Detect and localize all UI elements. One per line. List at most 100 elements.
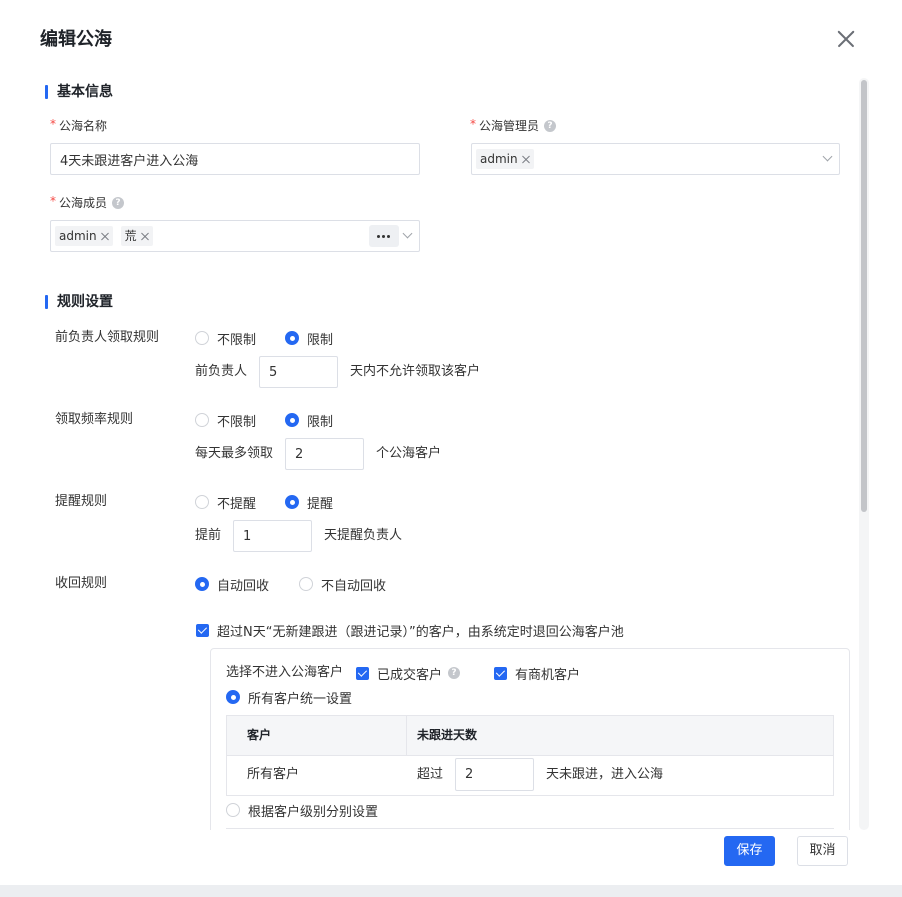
check-icon [196, 623, 209, 637]
chevron-down-icon [822, 151, 833, 162]
frequency-prefix: 每天最多领取 [195, 446, 274, 461]
radio-circle [226, 803, 240, 817]
remind-suffix: 天提醒负责人 [324, 528, 403, 543]
scrollbar-thumb[interactable] [861, 80, 867, 512]
pool-members-label-text: 公海成员 [59, 196, 108, 210]
pool-members-label: * 公海成员 [50, 194, 125, 212]
chevron-down-icon [402, 228, 413, 239]
mode-unified-radio[interactable]: 所有客户统一设置 [226, 687, 352, 707]
checkbox-label: 有商机客户 [515, 667, 581, 683]
required-mark: * [50, 194, 56, 208]
remind-off-radio[interactable]: 不提醒 [195, 492, 256, 512]
pool-name-input[interactable] [50, 143, 420, 175]
help-icon [448, 667, 461, 679]
radio-label: 所有客户统一设置 [248, 691, 353, 707]
section-marker [45, 295, 48, 309]
prev-owner-prefix: 前负责人 [195, 364, 248, 379]
remind-on-radio[interactable]: 提醒 [285, 492, 333, 512]
member-tag: admin [55, 226, 113, 246]
remind-days-input[interactable] [233, 520, 312, 552]
radio-circle [226, 690, 240, 704]
radio-label: 不自动回收 [321, 578, 387, 594]
frequency-rule-label: 领取频率规则 [55, 412, 134, 427]
radio-circle [195, 331, 209, 345]
radio-label: 不限制 [217, 414, 257, 430]
auto-return-checkbox[interactable]: 超过N天“无新建跟进（跟进记录）”的客户，由系统定时退回公海客户池 [196, 620, 624, 640]
pool-name-label-text: 公海名称 [59, 119, 108, 133]
table-header [227, 716, 833, 756]
section-title-rules: 规则设置 [57, 294, 113, 310]
tag-close-icon[interactable] [522, 155, 530, 163]
radio-label: 不限制 [217, 332, 257, 348]
column-header-customer: 客户 [247, 728, 272, 742]
table-cell-prefix: 超过 [417, 767, 444, 782]
check-icon [494, 666, 507, 680]
table-cell-suffix: 天未跟进，进入公海 [546, 767, 664, 782]
radio-label: 限制 [307, 332, 334, 348]
mode-by-level-radio[interactable]: 根据客户级别分别设置 [226, 800, 378, 820]
frequency-suffix: 个公海客户 [376, 446, 442, 461]
checkbox-label: 已成交客户 [377, 667, 443, 683]
radio-circle [285, 495, 299, 509]
tag-label: admin [480, 152, 518, 166]
section-marker [45, 85, 48, 99]
selected-tags: admin [476, 149, 534, 169]
remind-rule-label: 提醒规则 [55, 494, 108, 509]
radio-circle [195, 413, 209, 427]
prev-owner-unlimited-radio[interactable]: 不限制 [195, 328, 256, 348]
radio-circle [299, 577, 313, 591]
recycle-manual-radio[interactable]: 不自动回收 [299, 574, 386, 594]
frequency-count-input[interactable] [285, 438, 364, 470]
pool-admin-label-text: 公海管理员 [479, 119, 540, 133]
pool-members-select[interactable]: admin 荒 [50, 220, 420, 252]
help-icon [112, 197, 125, 209]
radio-circle [195, 577, 209, 591]
save-button[interactable]: 保存 [724, 836, 775, 866]
unfollowed-days-input[interactable] [455, 758, 534, 791]
checkbox-label: 超过N天“无新建跟进（跟进记录）”的客户，由系统定时退回公海客户池 [217, 624, 624, 640]
exclude-label: 选择不进入公海客户 [226, 665, 344, 680]
prev-owner-suffix: 天内不允许领取该客户 [350, 364, 481, 379]
tag-close-icon[interactable] [141, 232, 149, 240]
section-title-basic: 基本信息 [57, 84, 113, 100]
edit-public-pool-dialog: 编辑公海 基本信息 * 公海名称 * 公海管理员 admin [0, 0, 902, 885]
check-icon [356, 666, 369, 680]
tag-close-icon[interactable] [101, 232, 109, 240]
column-header-days: 未跟进天数 [417, 728, 478, 742]
column-divider [406, 716, 407, 756]
dialog-body: 基本信息 * 公海名称 * 公海管理员 admin * 公海成员 [0, 0, 902, 830]
recycle-auto-radio[interactable]: 自动回收 [195, 574, 269, 594]
frequency-unlimited-radio[interactable]: 不限制 [195, 410, 256, 430]
radio-circle [285, 331, 299, 345]
radio-circle [285, 413, 299, 427]
exclude-closed-customers-checkbox[interactable]: 已成交客户 [356, 663, 461, 683]
prev-owner-rule-label: 前负责人领取规则 [55, 330, 160, 345]
pool-name-label: * 公海名称 [50, 117, 107, 135]
tag-label: admin [59, 229, 97, 243]
more-icon[interactable] [369, 225, 399, 247]
dialog-footer: 保存 取消 [0, 830, 902, 885]
level-settings-table-edge [226, 828, 834, 829]
pool-admin-label: * 公海管理员 [470, 117, 557, 135]
help-icon [544, 120, 557, 132]
recycle-rule-label: 收回规则 [55, 576, 108, 591]
selected-tags: admin 荒 [55, 226, 153, 246]
radio-label: 自动回收 [217, 578, 270, 594]
exclude-opportunity-customers-checkbox[interactable]: 有商机客户 [494, 663, 580, 683]
frequency-limited-radio[interactable]: 限制 [285, 410, 333, 430]
required-mark: * [50, 117, 56, 131]
radio-label: 限制 [307, 414, 334, 430]
prev-owner-limited-radio[interactable]: 限制 [285, 328, 333, 348]
required-mark: * [470, 117, 476, 131]
member-tag: 荒 [120, 226, 153, 246]
admin-tag: admin [476, 149, 534, 169]
prev-owner-days-input[interactable] [259, 356, 338, 388]
remind-prefix: 提前 [195, 528, 222, 543]
radio-label: 提醒 [307, 496, 334, 512]
radio-circle [195, 495, 209, 509]
radio-label: 根据客户级别分别设置 [248, 804, 379, 820]
cancel-button[interactable]: 取消 [797, 836, 848, 866]
tag-label: 荒 [124, 229, 137, 243]
pool-admin-select[interactable]: admin [471, 143, 840, 175]
table-cell-customer: 所有客户 [247, 767, 300, 782]
